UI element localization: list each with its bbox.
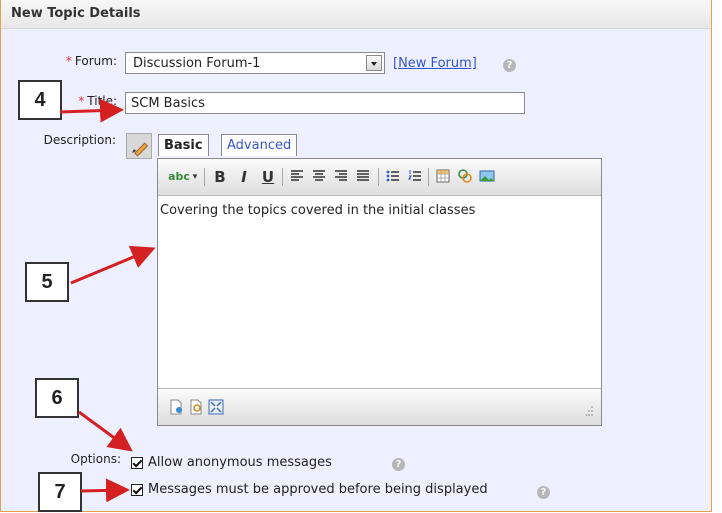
arrow-4 [59, 98, 124, 123]
arrow-7 [80, 478, 130, 503]
annotation-arrows [59, 98, 156, 503]
arrow-6 [78, 410, 133, 452]
arrow-5 [70, 245, 156, 285]
